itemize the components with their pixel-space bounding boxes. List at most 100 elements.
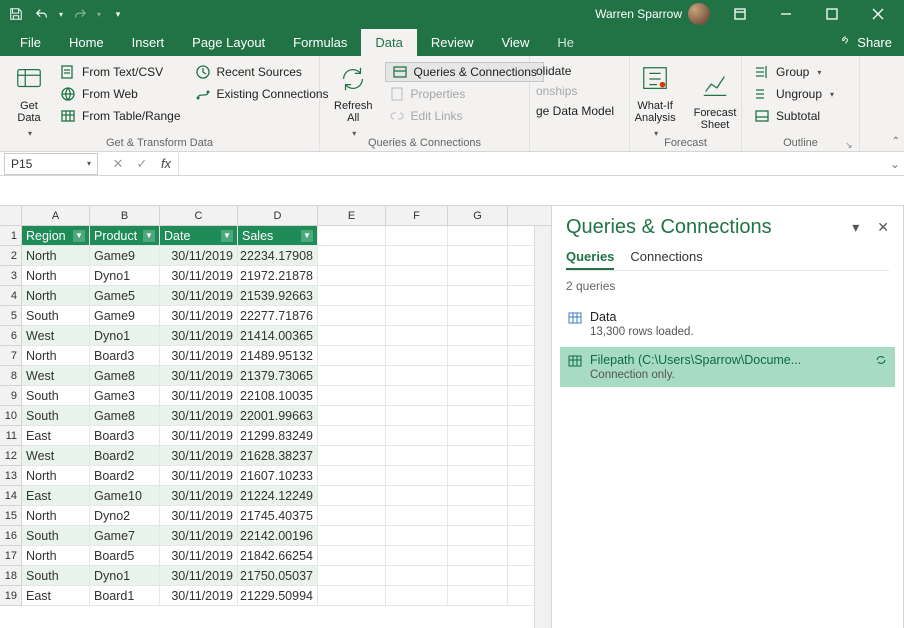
from-web-button[interactable]: From Web: [56, 84, 185, 104]
insert-function-icon[interactable]: fx: [154, 156, 178, 171]
empty-cell[interactable]: [448, 306, 508, 326]
consolidate-truncated[interactable]: olidate: [532, 62, 621, 80]
column-header[interactable]: B: [90, 206, 160, 226]
cell-region[interactable]: West: [22, 366, 90, 386]
empty-cell[interactable]: [448, 446, 508, 466]
empty-cell[interactable]: [318, 486, 386, 506]
empty-cell[interactable]: [386, 506, 448, 526]
empty-cell[interactable]: [386, 566, 448, 586]
table-column-header[interactable]: Product▼: [90, 226, 160, 246]
empty-cell[interactable]: [386, 466, 448, 486]
refresh-all-button[interactable]: Refresh All▾: [328, 60, 379, 143]
row-header[interactable]: 17: [0, 546, 22, 566]
cell-region[interactable]: North: [22, 466, 90, 486]
empty-cell[interactable]: [448, 506, 508, 526]
empty-cell[interactable]: [386, 406, 448, 426]
cell-product[interactable]: Board1: [90, 586, 160, 606]
cell-region[interactable]: East: [22, 486, 90, 506]
redo-dropdown-icon[interactable]: ▾: [94, 3, 104, 25]
empty-cell[interactable]: [448, 426, 508, 446]
tab-page-layout[interactable]: Page Layout: [178, 29, 279, 56]
empty-cell[interactable]: [386, 306, 448, 326]
group-button[interactable]: Group▾: [750, 62, 851, 82]
cell-date[interactable]: 30/11/2019: [160, 506, 238, 526]
pane-tab-connections[interactable]: Connections: [630, 249, 702, 270]
empty-cell[interactable]: [448, 406, 508, 426]
row-header[interactable]: 10: [0, 406, 22, 426]
subtotal-button[interactable]: Subtotal: [750, 106, 851, 126]
empty-cell[interactable]: [448, 546, 508, 566]
column-header[interactable]: E: [318, 206, 386, 226]
empty-cell[interactable]: [448, 246, 508, 266]
table-column-header[interactable]: Region▼: [22, 226, 90, 246]
empty-cell[interactable]: [318, 326, 386, 346]
column-header[interactable]: F: [386, 206, 448, 226]
ungroup-button[interactable]: Ungroup▾: [750, 84, 851, 104]
row-header[interactable]: 2: [0, 246, 22, 266]
tab-view[interactable]: View: [487, 29, 543, 56]
cell-date[interactable]: 30/11/2019: [160, 326, 238, 346]
empty-cell[interactable]: [448, 466, 508, 486]
cell-sales[interactable]: 21414.00365: [238, 326, 318, 346]
account-user[interactable]: Warren Sparrow: [595, 3, 710, 25]
empty-cell[interactable]: [386, 226, 448, 246]
empty-cell[interactable]: [386, 386, 448, 406]
table-column-header[interactable]: Date▼: [160, 226, 238, 246]
empty-cell[interactable]: [386, 486, 448, 506]
name-box-dropdown-icon[interactable]: ▾: [87, 159, 91, 168]
collapse-ribbon-icon[interactable]: ⌃: [892, 136, 900, 147]
empty-cell[interactable]: [448, 326, 508, 346]
cell-region[interactable]: South: [22, 526, 90, 546]
tab-file[interactable]: File: [6, 29, 55, 56]
cell-sales[interactable]: 21607.10233: [238, 466, 318, 486]
cell-date[interactable]: 30/11/2019: [160, 486, 238, 506]
cell-sales[interactable]: 21972.21878: [238, 266, 318, 286]
cell-date[interactable]: 30/11/2019: [160, 246, 238, 266]
empty-cell[interactable]: [448, 526, 508, 546]
pane-close-icon[interactable]: ✕: [877, 219, 889, 236]
row-header[interactable]: 13: [0, 466, 22, 486]
cell-date[interactable]: 30/11/2019: [160, 266, 238, 286]
empty-cell[interactable]: [386, 246, 448, 266]
cell-product[interactable]: Board5: [90, 546, 160, 566]
queries-connections-button[interactable]: Queries & Connections: [385, 62, 544, 82]
cell-product[interactable]: Board2: [90, 446, 160, 466]
cell-sales[interactable]: 21628.38237: [238, 446, 318, 466]
cell-sales[interactable]: 22001.99663: [238, 406, 318, 426]
cell-region[interactable]: North: [22, 286, 90, 306]
empty-cell[interactable]: [448, 366, 508, 386]
cell-region[interactable]: West: [22, 446, 90, 466]
cell-product[interactable]: Game10: [90, 486, 160, 506]
pane-tab-queries[interactable]: Queries: [566, 249, 614, 270]
tab-formulas[interactable]: Formulas: [279, 29, 361, 56]
cell-product[interactable]: Game8: [90, 366, 160, 386]
cell-product[interactable]: Board3: [90, 346, 160, 366]
empty-cell[interactable]: [386, 426, 448, 446]
cell-region[interactable]: North: [22, 546, 90, 566]
save-icon[interactable]: [4, 3, 28, 25]
column-header[interactable]: A: [22, 206, 90, 226]
empty-cell[interactable]: [448, 486, 508, 506]
cell-date[interactable]: 30/11/2019: [160, 306, 238, 326]
filter-dropdown-icon[interactable]: ▼: [221, 230, 233, 242]
cell-product[interactable]: Dyno1: [90, 266, 160, 286]
empty-cell[interactable]: [448, 226, 508, 246]
cell-product[interactable]: Dyno1: [90, 566, 160, 586]
cell-date[interactable]: 30/11/2019: [160, 366, 238, 386]
cell-sales[interactable]: 21224.12249: [238, 486, 318, 506]
cell-product[interactable]: Dyno1: [90, 326, 160, 346]
cell-region[interactable]: South: [22, 306, 90, 326]
share-button[interactable]: Share: [827, 28, 904, 56]
cell-sales[interactable]: 22234.17908: [238, 246, 318, 266]
outline-dialog-launcher-icon[interactable]: [845, 137, 855, 147]
cell-date[interactable]: 30/11/2019: [160, 446, 238, 466]
cell-sales[interactable]: 22142.00196: [238, 526, 318, 546]
cell-date[interactable]: 30/11/2019: [160, 286, 238, 306]
row-header[interactable]: 11: [0, 426, 22, 446]
cell-region[interactable]: North: [22, 506, 90, 526]
empty-cell[interactable]: [318, 566, 386, 586]
query-item[interactable]: Filepath (C:\Users\Sparrow\Docume... Con…: [560, 347, 895, 387]
row-header[interactable]: 15: [0, 506, 22, 526]
pane-options-icon[interactable]: ▾: [852, 219, 859, 236]
empty-cell[interactable]: [448, 586, 508, 606]
